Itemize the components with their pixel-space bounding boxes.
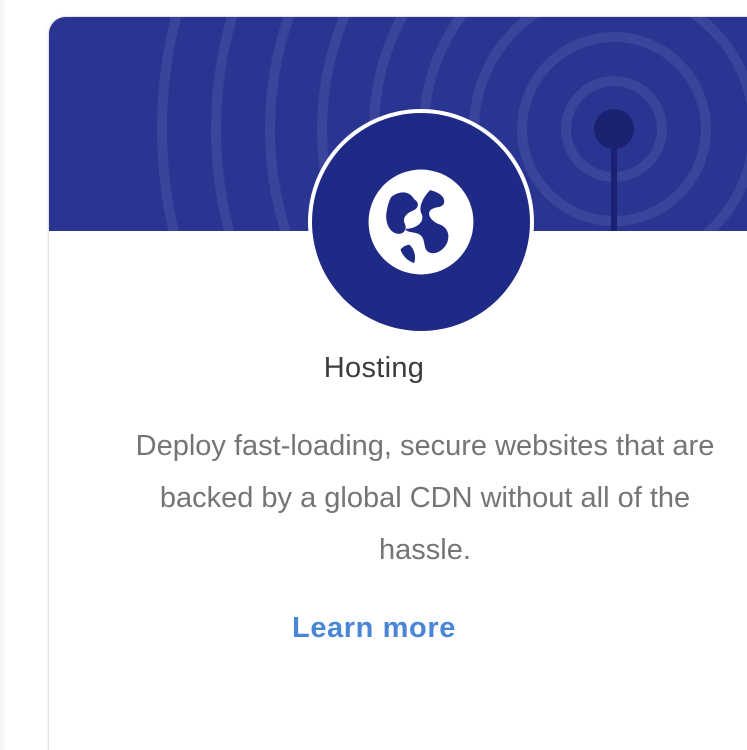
page: Hosting Deploy fast-loading, secure webs… [0,0,747,750]
learn-more-link[interactable]: Learn more [0,612,747,645]
emblem-circle [312,113,530,331]
globe-icon [368,169,474,275]
card-description: Deploy fast-loading, secure websites tha… [135,430,715,566]
product-emblem [308,109,534,335]
card-title: Hosting [323,352,425,384]
